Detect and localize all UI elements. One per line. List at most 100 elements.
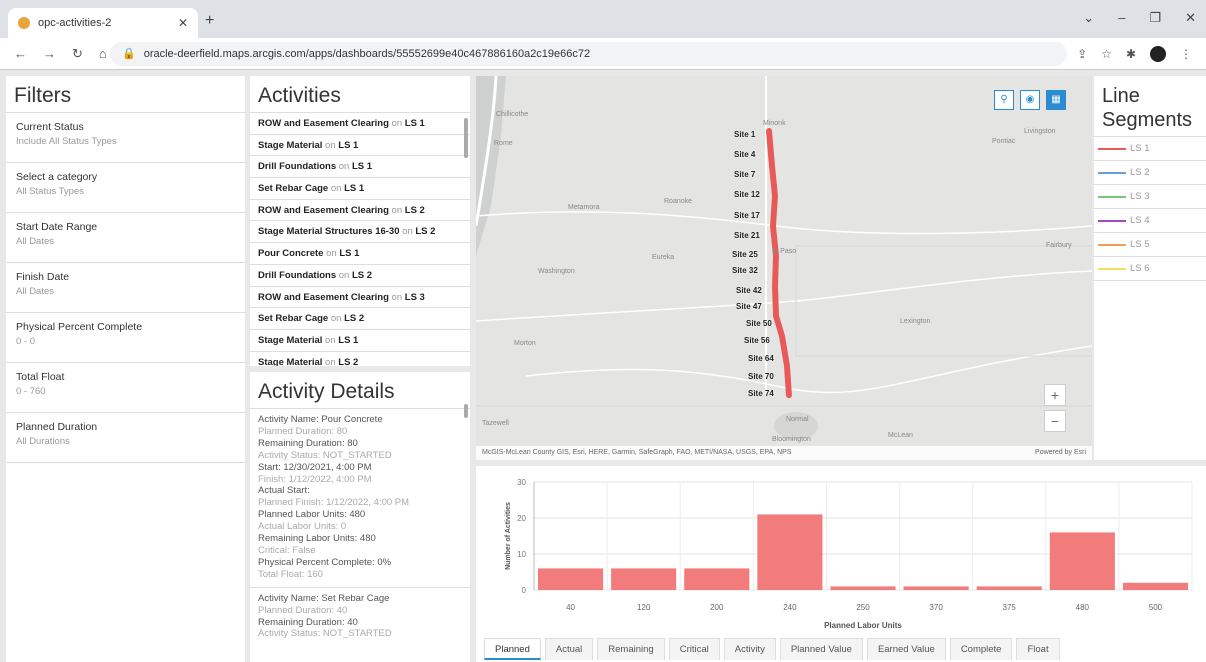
detail-line: Activity Status: NOT_STARTED	[258, 628, 392, 640]
filter-item[interactable]: Finish Date All Dates	[6, 262, 245, 312]
back-icon[interactable]: ←	[14, 46, 27, 62]
bookmark-star-icon[interactable]: ☆	[1101, 47, 1112, 61]
chart-bar[interactable]	[903, 586, 969, 590]
map-site-label[interactable]: Site 56	[744, 336, 770, 345]
activity-list-item[interactable]: Stage Material on LS 2	[250, 350, 470, 366]
chart-bar[interactable]	[684, 568, 750, 590]
map-site-label[interactable]: Site 32	[732, 266, 758, 275]
activity-list-item[interactable]: ROW and Easement Clearing on LS 2	[250, 198, 470, 221]
new-tab-icon[interactable]: +	[205, 12, 214, 30]
map-site-label[interactable]: Site 74	[748, 389, 774, 398]
powered-by-esri[interactable]: Powered by Esri	[1035, 446, 1086, 460]
map-site-label[interactable]: Site 1	[734, 130, 755, 139]
activity-list-item[interactable]: Stage Material on LS 1	[250, 133, 470, 156]
chart-bar[interactable]	[976, 586, 1042, 590]
tab-planned-value[interactable]: Planned Value	[779, 638, 863, 660]
tab-critical[interactable]: Critical	[668, 638, 720, 660]
filter-item[interactable]: Planned Duration All Durations	[6, 412, 245, 462]
menu-kebab-icon[interactable]: ⋮	[1180, 47, 1192, 61]
filter-item[interactable]: Total Float 0 - 760	[6, 362, 245, 412]
forward-icon[interactable]: →	[43, 46, 56, 62]
activity-list-item[interactable]: Drill Foundations on LS 1	[250, 155, 470, 177]
map-site-label[interactable]: Site 42	[736, 286, 762, 295]
profile-avatar[interactable]	[1150, 45, 1166, 62]
activity-name: ROW and Easement Clearing	[258, 291, 389, 303]
tab-complete[interactable]: Complete	[949, 638, 1013, 660]
map-site-label[interactable]: Site 4	[734, 150, 755, 159]
url-input[interactable]: 🔒 oracle-deerfield.maps.arcgis.com/apps/…	[110, 41, 1068, 66]
activity-segment: LS 2	[344, 313, 365, 325]
activity-list-item[interactable]: ROW and Easement Clearing on LS 1	[250, 112, 470, 134]
map-site-label[interactable]: Site 64	[748, 354, 774, 363]
tab-earned-value[interactable]: Earned Value	[866, 638, 946, 660]
activities-scrollbar[interactable]	[464, 118, 468, 158]
activity-connector: on	[399, 226, 416, 238]
tab-actual[interactable]: Actual	[544, 638, 594, 660]
map-site-label[interactable]: Site 70	[748, 372, 774, 381]
basemap-layers-icon[interactable]: ◉	[1020, 90, 1040, 110]
activity-list-item[interactable]: ROW and Easement Clearing on LS 3	[250, 285, 470, 308]
chart-bar[interactable]	[1049, 532, 1115, 590]
planned-labor-units-chart: 0 10 20 30 40 120 200 240 250 370 375 480 500 Planned…	[505, 478, 1193, 630]
zoom-out-button[interactable]: −	[1044, 410, 1066, 432]
tab-activity[interactable]: Activity	[723, 638, 776, 660]
map-site-label[interactable]: Site 7	[734, 170, 755, 179]
line-segment-item[interactable]: LS 2	[1094, 160, 1206, 184]
filter-item[interactable]: Select a category All Status Types	[6, 162, 245, 212]
chart-bar[interactable]	[538, 568, 604, 590]
line-segment-item[interactable]: LS 1	[1094, 136, 1206, 160]
activity-list-item[interactable]: Set Rebar Cage on LS 1	[250, 177, 470, 199]
line-segment-item[interactable]: LS 4	[1094, 208, 1206, 232]
tab-float[interactable]: Float	[1016, 638, 1060, 660]
map-site-label[interactable]: Site 50	[746, 319, 772, 328]
map-site-label[interactable]: Site 17	[734, 211, 760, 220]
maximize-icon[interactable]: ❐	[1149, 10, 1161, 26]
reload-icon[interactable]: ↻	[72, 46, 83, 62]
chart-bar[interactable]	[611, 568, 677, 590]
map-site-label[interactable]: Site 25	[732, 250, 758, 259]
activity-list-item[interactable]: Stage Material on LS 1	[250, 328, 470, 351]
activity-list-item[interactable]: Stage Material Structures 16-30 on LS 2	[250, 220, 470, 242]
line-segment-item[interactable]: LS 3	[1094, 184, 1206, 208]
chart-bar[interactable]	[1122, 582, 1188, 590]
filter-item[interactable]: Start Date Range All Dates	[6, 212, 245, 262]
close-window-icon[interactable]: ✕	[1185, 10, 1196, 26]
activity-list-item[interactable]: Pour Concrete on LS 1	[250, 242, 470, 264]
minimize-icon[interactable]: –	[1118, 10, 1125, 26]
activity-list-item[interactable]: Set Rebar Cage on LS 2	[250, 307, 470, 329]
details-scrollbar[interactable]	[464, 404, 468, 418]
map-site-label[interactable]: Site 21	[734, 231, 760, 240]
map-site-label[interactable]: Site 47	[736, 302, 762, 311]
close-tab-icon[interactable]: ✕	[178, 16, 188, 30]
share-icon[interactable]: ⇪	[1077, 47, 1087, 61]
tab-remaining[interactable]: Remaining	[597, 638, 665, 660]
activity-details-panel: Activity Details Activity Name: Pour Con…	[250, 372, 470, 662]
map-search-icon[interactable]: ⚲	[994, 90, 1014, 110]
detail-line: Planned Duration: 80	[258, 425, 348, 437]
activity-list-item[interactable]: Drill Foundations on LS 2	[250, 263, 470, 286]
activity-connector: on	[336, 269, 352, 281]
filter-item[interactable]: Physical Percent Complete 0 - 0	[6, 312, 245, 362]
detail-line: Actual Start:	[258, 485, 310, 497]
tab-search-icon[interactable]: ⌄	[1083, 10, 1094, 26]
detail-line: Planned Labor Units: 480	[258, 509, 366, 521]
map-site-label[interactable]: Site 12	[734, 190, 760, 199]
tab-planned[interactable]: Planned	[484, 638, 541, 660]
extensions-icon[interactable]: ✱	[1126, 47, 1136, 61]
map-panel[interactable]: Chillicothe Minonk Rome Pontiac Metamora Roan…	[476, 76, 1092, 460]
x-tick-label: 375	[1003, 603, 1017, 612]
browser-tab[interactable]: opc-activities-2 ✕	[8, 8, 198, 38]
x-tick-label: 120	[637, 603, 651, 612]
activity-connector: on	[388, 291, 405, 303]
home-icon[interactable]: ⌂	[99, 46, 107, 62]
line-segments-title: Line Segments	[1102, 85, 1193, 131]
filter-item[interactable]: Current Status Include All Status Types	[6, 112, 245, 162]
map-place-label: Lexington	[900, 318, 931, 325]
map-grid-icon[interactable]: ▦	[1046, 90, 1066, 110]
chart-bar[interactable]	[830, 586, 896, 590]
line-segment-item[interactable]: LS 5	[1094, 232, 1206, 256]
y-tick-label: 30	[517, 478, 526, 487]
line-segment-item[interactable]: LS 6	[1094, 256, 1206, 280]
chart-bar[interactable]	[757, 514, 823, 590]
zoom-in-button[interactable]: +	[1044, 384, 1066, 406]
